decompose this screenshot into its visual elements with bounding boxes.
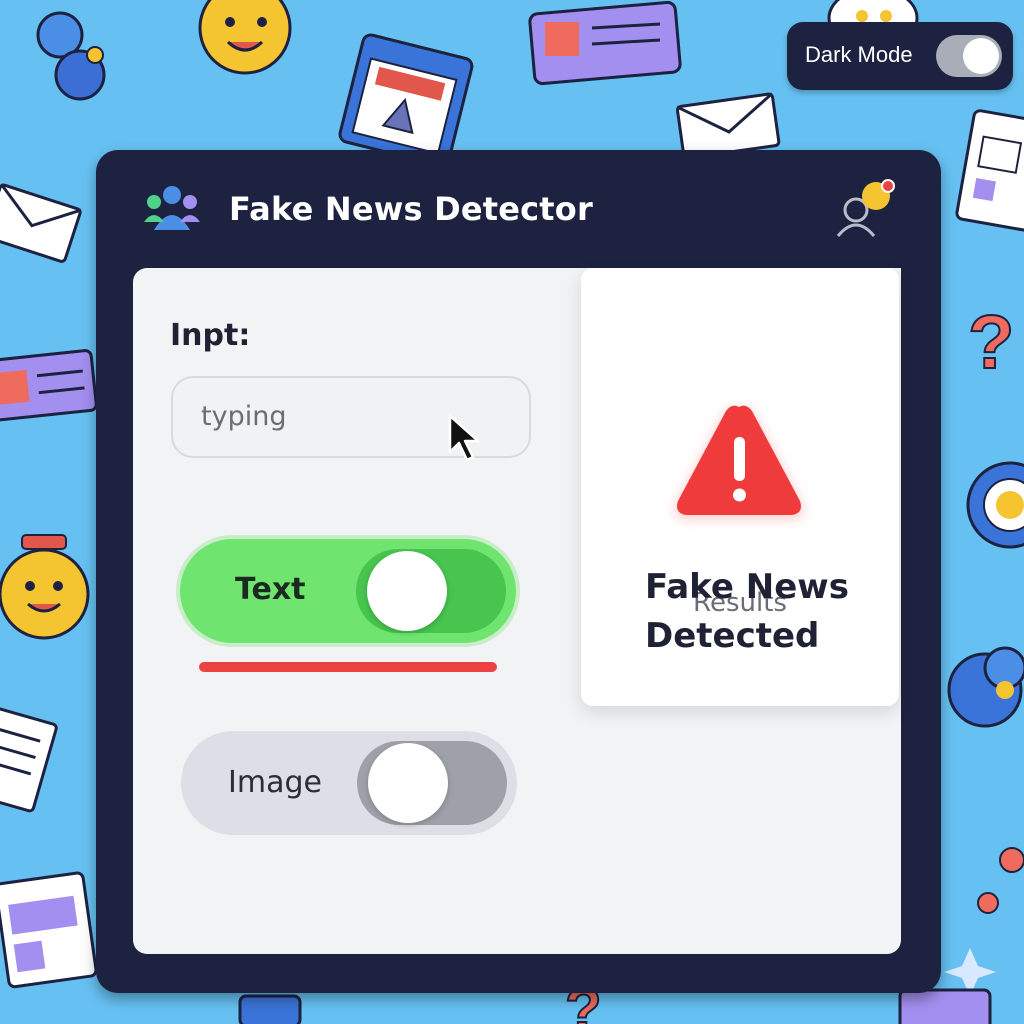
toggle-knob	[367, 551, 447, 631]
dark-mode-label: Dark Mode	[805, 42, 913, 67]
mouse-cursor-icon	[448, 414, 480, 462]
text-mode-toggle[interactable]: Text	[180, 539, 516, 643]
envelope-icon	[676, 92, 781, 160]
smiley-face-icon	[0, 534, 90, 640]
dark-mode-toggle[interactable]	[936, 35, 1002, 77]
browser-window-icon	[0, 871, 98, 989]
app-logo-icon	[144, 186, 200, 230]
warning-triangle-icon	[675, 405, 803, 519]
input-label: Inpt:	[170, 318, 251, 353]
smiley-face-icon	[198, 0, 292, 75]
cartoon-character-icon	[36, 11, 106, 101]
app-title: Fake News Detector	[229, 190, 593, 228]
toggle-label-image: Image	[228, 765, 322, 800]
dots-decoration-icon	[977, 847, 1024, 914]
image-mode-toggle[interactable]: Image	[181, 731, 517, 835]
news-browser-icon	[338, 33, 474, 167]
verdict-text: Fake News Detected	[645, 567, 849, 656]
cartoon-character-icon	[947, 646, 1024, 728]
user-notification-icon[interactable]	[830, 176, 902, 248]
article-card-icon	[0, 349, 98, 422]
question-mark-icon: ?	[968, 300, 1014, 385]
gear-face-icon	[966, 461, 1024, 549]
toggle-knob	[368, 743, 448, 823]
selection-underline	[199, 662, 497, 672]
toggle-label-text: Text	[235, 572, 306, 607]
toggle-knob	[963, 38, 999, 74]
document-icon	[0, 706, 58, 813]
envelope-icon	[0, 183, 82, 263]
browser-window-icon	[238, 994, 302, 1024]
browser-window-icon	[955, 109, 1024, 233]
article-card-icon	[898, 988, 992, 1024]
article-card-icon	[528, 0, 682, 86]
